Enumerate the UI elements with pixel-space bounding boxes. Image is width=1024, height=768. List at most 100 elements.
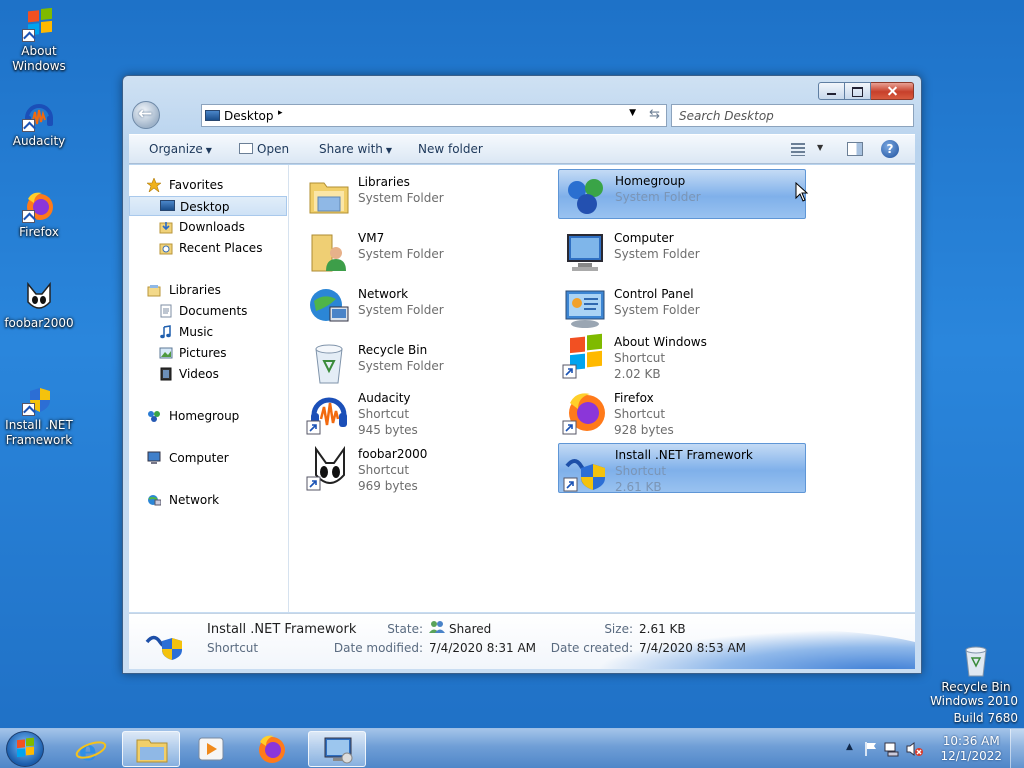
file-type: Shortcut	[358, 463, 410, 477]
watermark-line2: Build 7680	[953, 711, 1018, 725]
nav-item-pictures[interactable]: Pictures	[129, 343, 287, 363]
close-button[interactable]	[871, 82, 914, 100]
nav-label: Music	[179, 325, 214, 339]
desktop-icon-install-net[interactable]: Install .NET Framework	[1, 382, 77, 448]
file-tile-control-panel[interactable]: Control Panel System Folder	[558, 283, 806, 333]
file-type: Shortcut	[614, 351, 666, 365]
address-bar[interactable]: Desktop ▸ ▼ ⇆	[201, 104, 667, 127]
desktop-icon-about-windows[interactable]: About Windows	[1, 7, 77, 74]
view-dropdown-icon[interactable]: ▼	[817, 143, 823, 152]
firefox-icon	[22, 189, 56, 223]
organize-button[interactable]: Organize ▼	[149, 142, 212, 156]
desktop-icon-foobar2000[interactable]: foobar2000	[1, 280, 77, 331]
help-icon[interactable]: ?	[881, 140, 899, 158]
caption-buttons	[818, 82, 914, 100]
preview-pane-icon[interactable]	[847, 142, 863, 156]
network-status-icon[interactable]	[884, 741, 900, 757]
file-tile-install-net-framework[interactable]: Install .NET Framework Shortcut 2.61 KB	[558, 443, 806, 494]
net-framework-icon	[22, 382, 56, 416]
file-tile-network[interactable]: Network System Folder	[302, 283, 550, 333]
computer-icon	[562, 229, 608, 275]
file-name: VM7	[358, 231, 385, 245]
change-view-icon[interactable]	[791, 143, 805, 156]
state-value: Shared	[449, 622, 492, 636]
file-tile-vm7[interactable]: VM7 System Folder	[302, 227, 550, 277]
nav-item-music[interactable]: Music	[129, 322, 287, 342]
pictures-icon	[159, 346, 173, 360]
nav-item-recent-places[interactable]: Recent Places	[129, 238, 287, 258]
nav-item-documents[interactable]: Documents	[129, 301, 287, 321]
folder-icon	[136, 739, 168, 763]
address-dropdown-icon[interactable]: ▼	[629, 108, 636, 118]
music-icon	[159, 325, 173, 339]
system-tray: ▲ 10:36 AM 12/1/2022	[838, 729, 1024, 768]
nav-item-downloads[interactable]: Downloads	[129, 217, 287, 237]
videos-icon	[159, 367, 173, 381]
file-type: System Folder	[358, 303, 444, 317]
documents-icon	[159, 304, 173, 318]
taskbar: e ▲ 10:36 AM 12/1/2022	[0, 728, 1024, 768]
taskbar-computer[interactable]	[308, 731, 366, 767]
back-button[interactable]	[132, 101, 160, 129]
net-framework-icon	[563, 446, 609, 492]
file-tile-recycle-bin[interactable]: Recycle Bin System Folder	[302, 339, 550, 389]
action-center-flag-icon[interactable]	[864, 741, 878, 757]
network-icon	[306, 285, 352, 331]
breadcrumb-desktop[interactable]: Desktop	[224, 109, 274, 123]
search-input[interactable]: Search Desktop	[671, 104, 914, 127]
nav-item-computer[interactable]: Computer	[129, 448, 287, 468]
file-name: Install .NET Framework	[615, 448, 753, 462]
nav-item-homegroup[interactable]: Homegroup	[129, 406, 287, 426]
nav-label: Downloads	[179, 220, 245, 234]
file-tile-foobar2000[interactable]: foobar2000 Shortcut 969 bytes	[302, 443, 550, 493]
navigation-row: Desktop ▸ ▼ ⇆ Search Desktop	[131, 100, 914, 130]
desktop-icon-firefox[interactable]: Firefox	[1, 189, 77, 240]
file-name: Network	[358, 287, 409, 301]
chevron-down-icon: ▼	[385, 146, 393, 155]
taskbar-media-player[interactable]	[182, 731, 240, 767]
minimize-button[interactable]	[818, 82, 845, 100]
nav-label: Recent Places	[179, 241, 263, 255]
file-tile-firefox[interactable]: Firefox Shortcut 928 bytes	[558, 387, 806, 437]
start-button[interactable]	[6, 731, 44, 767]
homegroup-icon	[563, 172, 609, 218]
maximize-button[interactable]	[845, 82, 871, 100]
file-tile-libraries[interactable]: Libraries System Folder	[302, 171, 550, 221]
share-with-button[interactable]: Share with ▼	[319, 142, 392, 156]
refresh-icon[interactable]: ⇆	[649, 107, 660, 122]
file-type: System Folder	[358, 359, 444, 373]
taskbar-firefox[interactable]	[242, 731, 300, 767]
internet-explorer-icon: e	[75, 734, 107, 767]
star-icon	[146, 177, 162, 193]
file-name: Homegroup	[615, 174, 686, 188]
network-icon	[147, 493, 162, 507]
show-desktop-button[interactable]	[1010, 729, 1024, 768]
nav-item-network[interactable]: Network	[129, 490, 287, 510]
file-type: System Folder	[614, 303, 700, 317]
taskbar-windows-explorer[interactable]	[122, 731, 180, 767]
nav-item-videos[interactable]: Videos	[129, 364, 287, 384]
taskbar-clock[interactable]: 10:36 AM 12/1/2022	[940, 734, 1002, 764]
taskbar-internet-explorer[interactable]: e	[62, 731, 120, 767]
clock-time: 10:36 AM	[942, 734, 1000, 748]
nav-item-favorites[interactable]: Favorites	[129, 175, 287, 195]
breadcrumb-arrow-icon[interactable]: ▸	[278, 108, 283, 118]
file-tile-computer[interactable]: Computer System Folder	[558, 227, 806, 277]
file-tile-about-windows[interactable]: About Windows Shortcut 2.02 KB	[558, 331, 806, 381]
file-name: About Windows	[614, 335, 707, 349]
nav-item-desktop[interactable]: Desktop	[129, 196, 287, 216]
nav-item-libraries[interactable]: Libraries	[129, 280, 287, 300]
desktop-icon-audacity[interactable]: Audacity	[1, 98, 77, 149]
volume-muted-icon[interactable]	[906, 741, 924, 757]
file-tile-homegroup[interactable]: Homegroup System Folder	[558, 169, 809, 219]
file-type: Shortcut	[615, 464, 667, 478]
show-hidden-icons-icon[interactable]: ▲	[846, 742, 853, 752]
explorer-window[interactable]: Desktop ▸ ▼ ⇆ Search Desktop Organize▼ O…	[122, 75, 922, 674]
desktop-icon-recycle-bin[interactable]: Recycle Bin	[938, 644, 1014, 695]
firefox-icon	[259, 735, 285, 763]
open-button[interactable]: Open	[239, 142, 289, 156]
file-tile-audacity[interactable]: Audacity Shortcut 945 bytes	[302, 387, 550, 437]
nav-label: Favorites	[169, 178, 224, 192]
new-folder-button[interactable]: New folder	[418, 142, 483, 156]
computer-icon	[147, 451, 161, 465]
